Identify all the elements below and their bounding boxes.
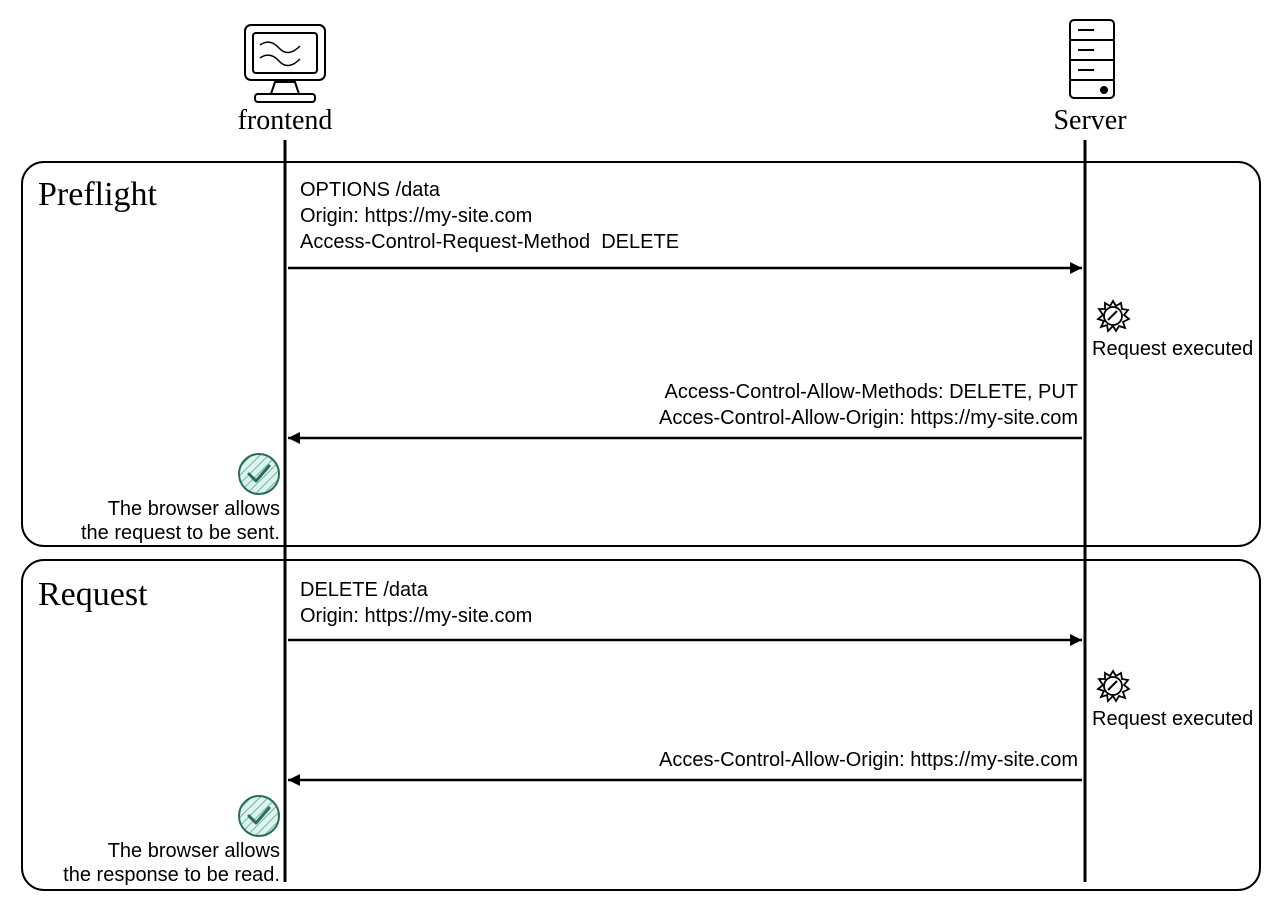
diagram-canvas: frontend Server Preflight Request OPTION… [0, 0, 1282, 912]
preflight-request-line1: OPTIONS /data [300, 178, 440, 203]
phase-title-preflight: Preflight [38, 176, 157, 214]
main-browser-note-line1: The browser allows [20, 840, 280, 863]
gear-icon [1098, 301, 1129, 331]
main-server-note: Request executed [1092, 708, 1253, 731]
check-icon [239, 796, 279, 836]
preflight-browser-note-line1: The browser allows [40, 498, 280, 521]
preflight-server-note: Request executed [1092, 338, 1253, 361]
phase-box-preflight [22, 162, 1260, 546]
actor-label-server: Server [1035, 105, 1145, 137]
server-icon [1070, 20, 1114, 98]
main-response-line1: Acces-Control-Allow-Origin: https://my-s… [538, 748, 1078, 773]
preflight-browser-note-line2: the request to be sent. [40, 522, 280, 545]
gear-icon [1098, 671, 1129, 701]
preflight-request-line3: Access-Control-Request-Method DELETE [300, 230, 679, 255]
actor-label-frontend: frontend [215, 105, 355, 137]
main-browser-note-line2: the response to be read. [20, 864, 280, 887]
preflight-response-line1: Access-Control-Allow-Methods: DELETE, PU… [538, 380, 1078, 405]
computer-icon [245, 25, 325, 102]
phase-title-request: Request [38, 576, 148, 614]
preflight-request-line2: Origin: https://my-site.com [300, 204, 532, 229]
check-icon [239, 454, 279, 494]
main-request-line1: DELETE /data [300, 578, 428, 603]
main-request-line2: Origin: https://my-site.com [300, 604, 532, 629]
preflight-response-line2: Acces-Control-Allow-Origin: https://my-s… [538, 406, 1078, 431]
